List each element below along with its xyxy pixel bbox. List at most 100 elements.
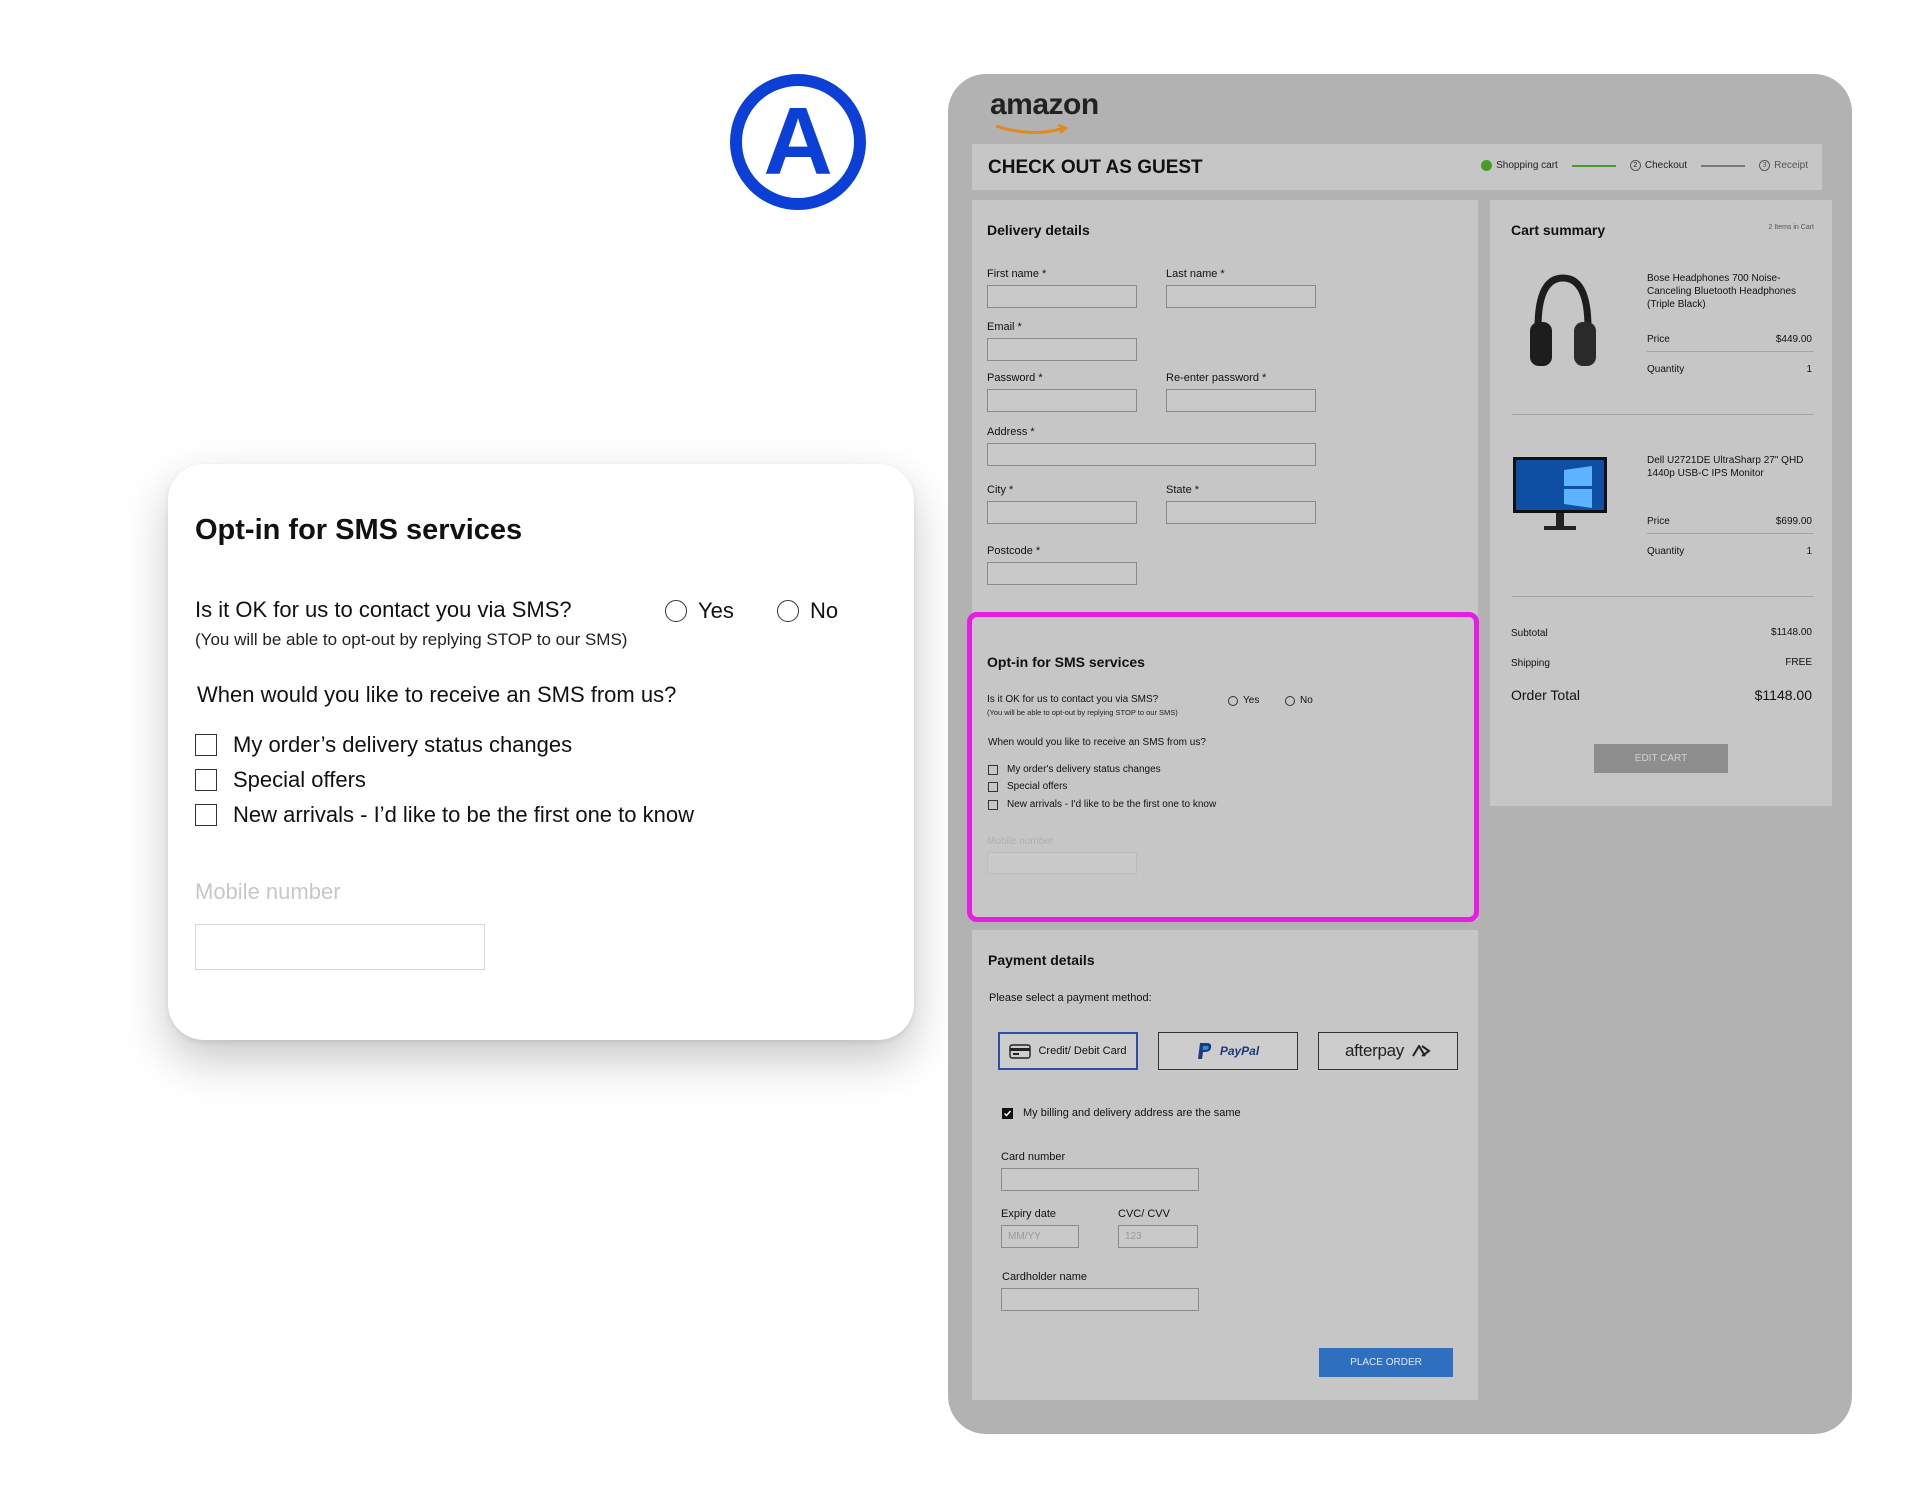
billing-same-checkbox[interactable]: My billing and delivery address are the … <box>1002 1107 1241 1119</box>
divider <box>1647 351 1814 352</box>
card-number-input[interactable] <box>1001 1168 1199 1191</box>
zoom-checkbox-label: Special offers <box>233 767 366 792</box>
payment-panel: Payment details Please select a payment … <box>972 930 1478 1400</box>
email-label: Email * <box>987 321 1022 333</box>
divider <box>1647 533 1814 534</box>
cart-item-price: $699.00 <box>1775 516 1812 527</box>
step-number-icon: 3 <box>1759 160 1771 171</box>
afterpay-label: afterpay <box>1344 1041 1405 1060</box>
credit-card-button[interactable]: Credit/ Debit Card <box>998 1032 1138 1070</box>
zoom-radio-no[interactable]: No <box>777 598 838 624</box>
cart-item-name: Dell U2721DE UltraSharp 27" QHD 1440p US… <box>1647 455 1804 479</box>
first-name-label: First name * <box>987 268 1047 280</box>
afterpay-button[interactable]: afterpay <box>1318 1032 1458 1070</box>
step-connector <box>1701 164 1746 167</box>
page-title: CHECK OUT AS GUEST <box>988 157 1203 178</box>
step-connector <box>1571 164 1616 167</box>
card-number-label: Card number <box>1001 1151 1066 1163</box>
variant-a-badge: A <box>730 74 866 210</box>
zoom-checkbox-offers[interactable]: Special offers <box>195 767 366 793</box>
cart-item-qty: 1 <box>1806 364 1812 375</box>
canvas: A Opt-in for SMS services Is it OK for u… <box>0 0 1920 1500</box>
zoom-mobile-input[interactable] <box>195 924 485 970</box>
badge-letter: A <box>763 88 833 195</box>
paypal-label: PayPal <box>1219 1044 1260 1058</box>
cart-item-qty-label: Quantity <box>1647 364 1685 375</box>
expiry-label: Expiry date <box>1001 1208 1057 1220</box>
checkout-page: amazon CHECK OUT AS GUEST Shopping cart … <box>948 74 1852 1434</box>
first-name-input[interactable] <box>987 285 1137 308</box>
paypal-button[interactable]: PayPal <box>1158 1032 1298 1070</box>
zoom-radio-yes[interactable]: Yes <box>665 598 734 624</box>
expiry-input[interactable]: MM/YY <box>1001 1225 1079 1248</box>
radio-circle-icon <box>665 600 687 622</box>
shipping-value: FREE <box>1785 657 1812 668</box>
divider <box>1512 596 1814 597</box>
zoom-checkbox-label: New arrivals - I’d like to be the first … <box>233 802 694 827</box>
zoom-title: Opt-in for SMS services <box>195 514 523 546</box>
cart-item-qty-label: Quantity <box>1647 546 1685 557</box>
cart-item-qty: 1 <box>1806 546 1812 557</box>
delivery-title: Delivery details <box>987 222 1090 238</box>
zoom-radio-yes-label: Yes <box>698 598 734 623</box>
amazon-smile-icon <box>995 123 1069 135</box>
paypal-icon <box>1197 1043 1211 1059</box>
zoom-when-question: When would you like to receive an SMS fr… <box>197 682 677 707</box>
progress-steps: Shopping cart 2 Checkout 3 Receipt <box>1481 160 1808 171</box>
city-label: City * <box>987 484 1014 496</box>
last-name-input[interactable] <box>1166 285 1316 308</box>
headphones-icon <box>1530 274 1596 366</box>
order-total-label: Order Total <box>1511 687 1580 703</box>
cart-item-name: Bose Headphones 700 Noise-Canceling Blue… <box>1647 273 1796 310</box>
reenter-password-input[interactable] <box>1166 389 1316 412</box>
address-input[interactable] <box>987 443 1316 466</box>
cardholder-input[interactable] <box>1001 1288 1199 1311</box>
credit-card-icon <box>1009 1043 1032 1059</box>
postcode-label: Postcode * <box>987 545 1041 557</box>
email-input[interactable] <box>987 338 1137 361</box>
zoom-sms-question-note: (You will be able to opt-out by replying… <box>195 630 628 649</box>
checkbox-checked-icon <box>1002 1107 1013 1119</box>
place-order-button[interactable]: PLACE ORDER <box>1319 1348 1453 1377</box>
zoom-checkbox-delivery[interactable]: My order’s delivery status changes <box>195 732 572 758</box>
step-label: Receipt <box>1774 160 1808 171</box>
address-label: Address * <box>987 426 1035 438</box>
cardholder-label: Cardholder name <box>1002 1271 1087 1283</box>
sms-optin-zoom-card: Opt-in for SMS services Is it OK for us … <box>168 464 914 1040</box>
zoom-radio-no-label: No <box>810 598 839 623</box>
password-input[interactable] <box>987 389 1137 412</box>
cart-item-price: $449.00 <box>1775 334 1812 345</box>
divider <box>1512 414 1814 415</box>
cart-count: 2 Items in Cart <box>1768 224 1814 231</box>
step-checkout: 2 Checkout <box>1629 160 1688 171</box>
edit-cart-button[interactable]: EDIT CART <box>1594 744 1728 773</box>
city-input[interactable] <box>987 501 1137 524</box>
cart-summary-panel: Cart summary 2 Items in Cart Bose Headph… <box>1490 200 1832 806</box>
radio-circle-icon <box>777 600 799 622</box>
zoom-checkbox-arrivals[interactable]: New arrivals - I’d like to be the first … <box>195 802 694 828</box>
checkbox-icon <box>195 734 217 756</box>
step-number-icon: 2 <box>1629 160 1641 171</box>
billing-same-label: My billing and delivery address are the … <box>1023 1107 1241 1119</box>
order-total-value: $1148.00 <box>1754 687 1812 703</box>
cart-title: Cart summary <box>1511 222 1606 238</box>
monitor-icon <box>1513 457 1607 530</box>
check-circle-icon <box>1481 160 1493 171</box>
credit-card-label: Credit/ Debit Card <box>1038 1045 1127 1057</box>
step-receipt: 3 Receipt <box>1759 160 1808 171</box>
postcode-input[interactable] <box>987 562 1137 585</box>
step-label: Shopping cart <box>1496 160 1558 171</box>
cart-item-price-label: Price <box>1647 516 1670 527</box>
cvc-input[interactable]: 123 <box>1118 1225 1198 1248</box>
state-input[interactable] <box>1166 501 1316 524</box>
password-label: Password * <box>987 372 1043 384</box>
afterpay-logo-icon <box>1412 1045 1431 1057</box>
cart-item-price-label: Price <box>1647 334 1670 345</box>
step-label: Checkout <box>1644 160 1688 171</box>
zoom-mobile-label: Mobile number <box>195 879 341 904</box>
payment-select-label: Please select a payment method: <box>989 992 1152 1004</box>
zoom-checkbox-label: My order’s delivery status changes <box>233 732 573 757</box>
zoom-sms-question: Is it OK for us to contact you via SMS? <box>195 597 572 622</box>
cvc-label: CVC/ CVV <box>1118 1208 1170 1220</box>
subtotal-value: $1148.00 <box>1771 627 1812 638</box>
